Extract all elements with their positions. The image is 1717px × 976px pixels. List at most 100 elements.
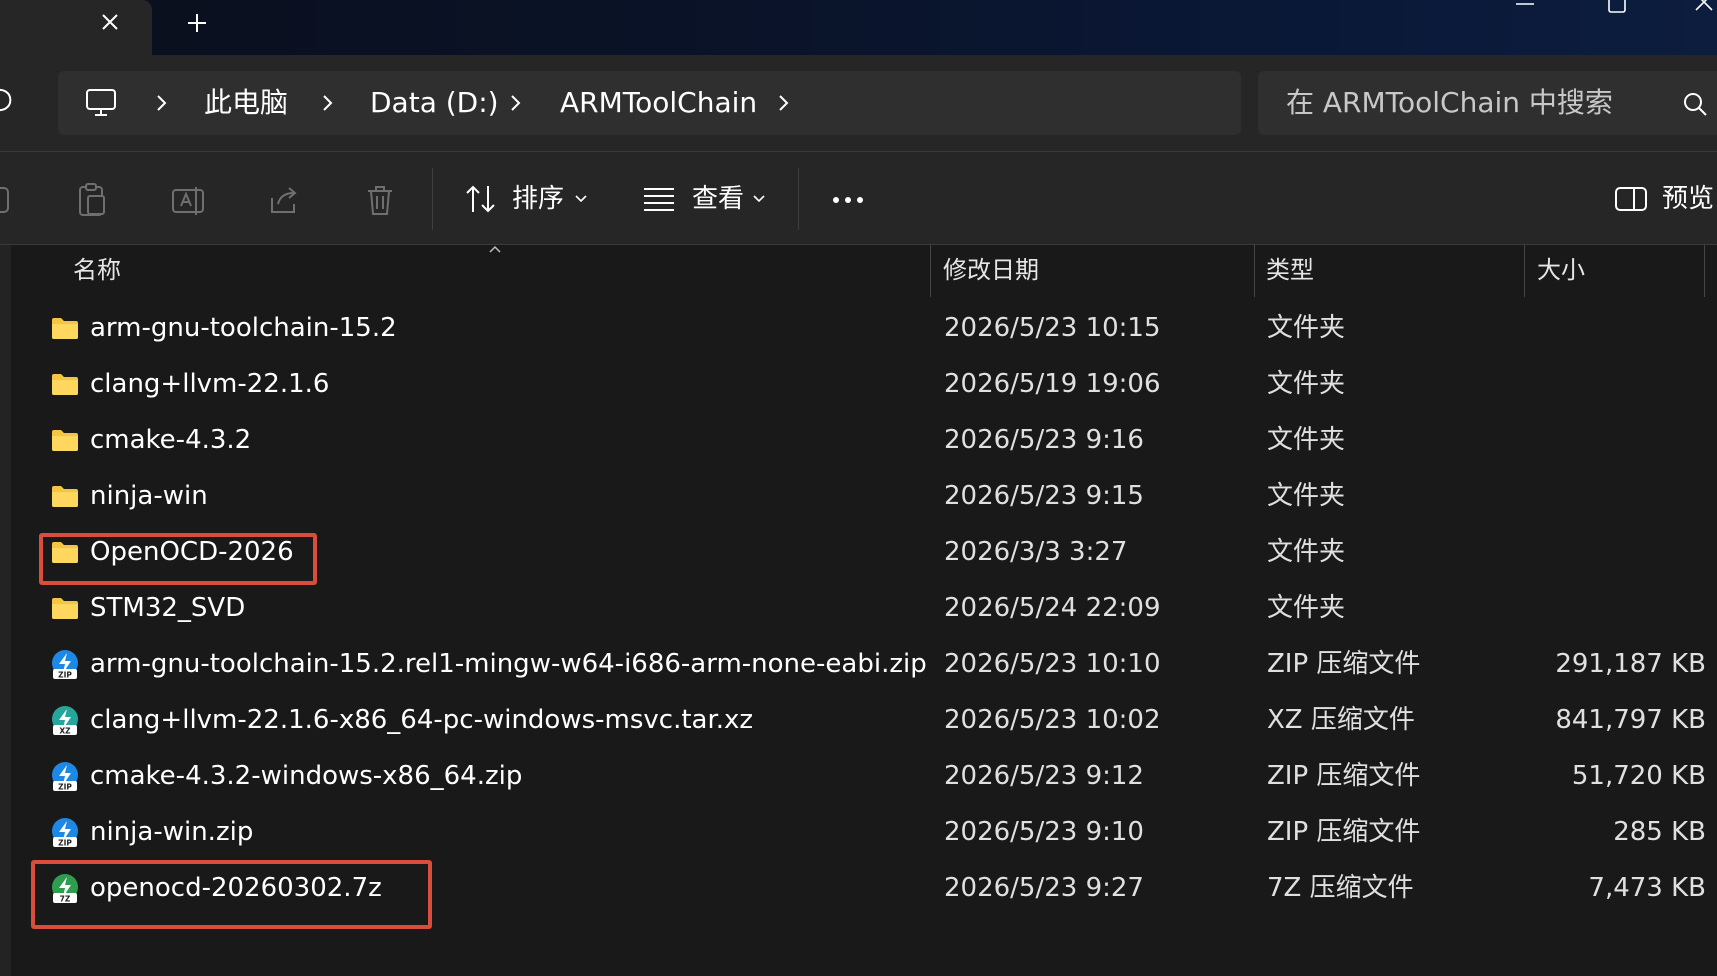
chevron-down-icon (753, 195, 765, 203)
file-row[interactable]: clang+llvm-22.1.6 2026/5/19 19:06 文件夹 (40, 357, 1710, 413)
file-date: 2026/5/23 9:15 (944, 481, 1144, 511)
folder-icon (50, 537, 80, 567)
column-divider[interactable] (930, 245, 931, 297)
file-size: 291,187 KB (1555, 649, 1706, 679)
svg-text:ZIP: ZIP (58, 839, 72, 848)
sort-button[interactable]: 排序 (464, 178, 594, 220)
file-type: 文件夹 (1267, 481, 1346, 511)
file-name: cmake-4.3.2-windows-x86_64.zip (90, 761, 523, 791)
file-name: ninja-win.zip (90, 817, 254, 847)
minimize-icon[interactable] (1510, 0, 1540, 16)
sort-label: 排序 (512, 184, 565, 214)
file-name: ninja-win (90, 481, 208, 511)
file-date: 2026/5/23 9:12 (944, 761, 1144, 791)
svg-text:ZIP: ZIP (58, 783, 72, 792)
file-size: 51,720 KB (1571, 761, 1706, 791)
column-divider[interactable] (1524, 245, 1525, 297)
more-options-icon[interactable] (830, 182, 866, 218)
column-header-date[interactable]: 修改日期 (943, 255, 1039, 285)
file-name: arm-gnu-toolchain-15.2.rel1-mingw-w64-i6… (90, 649, 927, 679)
zip-archive-icon: ZIP (50, 649, 80, 680)
view-label: 查看 (692, 184, 745, 214)
file-type: 文件夹 (1267, 537, 1346, 567)
chevron-right-icon[interactable] (320, 91, 336, 115)
file-type: 7Z 压缩文件 (1267, 873, 1414, 903)
left-pane-edge (0, 245, 11, 976)
file-name: clang+llvm-22.1.6-x86_64-pc-windows-msvc… (90, 705, 754, 735)
file-list: 名称 修改日期 类型 大小 arm-gnu-toolchain-15.2 2026… (0, 245, 1717, 976)
file-size: 285 KB (1613, 817, 1706, 847)
maximize-icon[interactable] (1602, 0, 1632, 16)
column-header-name[interactable]: 名称 (73, 255, 121, 285)
title-bar (0, 0, 1717, 55)
chevron-right-icon[interactable] (776, 91, 792, 115)
chevron-right-icon[interactable] (508, 91, 524, 115)
file-date: 2026/5/23 9:10 (944, 817, 1144, 847)
file-row[interactable]: XZ clang+llvm-22.1.6-x86_64-pc-windows-ms… (40, 693, 1710, 749)
search-icon[interactable] (1682, 91, 1708, 117)
file-row[interactable]: OpenOCD-2026 2026/3/3 3:27 文件夹 (40, 525, 1710, 581)
xz-archive-icon: XZ (50, 705, 80, 736)
delete-icon[interactable] (362, 182, 398, 218)
preview-label: 预览 (1662, 184, 1715, 214)
file-date: 2026/5/23 9:27 (944, 873, 1144, 903)
chevron-down-icon (575, 195, 587, 203)
file-type: XZ 压缩文件 (1267, 705, 1415, 735)
rename-icon[interactable] (170, 182, 206, 218)
navigation-bar: 此电脑 Data (D:) ARMToolChain 在 ARMToolChai… (0, 55, 1717, 152)
zip-archive-icon: ZIP (50, 817, 80, 848)
toolbar-divider (432, 168, 433, 230)
file-size: 841,797 KB (1555, 705, 1706, 735)
file-row[interactable]: ninja-win 2026/5/23 9:15 文件夹 (40, 469, 1710, 525)
file-row[interactable]: 7Z openocd-20260302.7z 2026/5/23 9:27 7Z 压缩… (40, 861, 1710, 917)
file-row[interactable]: STM32_SVD 2026/5/24 22:09 文件夹 (40, 581, 1710, 637)
breadcrumb-data-drive[interactable]: Data (D:) (370, 87, 499, 119)
preview-pane-button[interactable]: 预览 (1614, 178, 1717, 220)
column-divider[interactable] (1704, 245, 1705, 297)
search-box[interactable]: 在 ARMToolChain 中搜索 (1258, 71, 1717, 135)
close-tab-icon[interactable] (96, 8, 124, 36)
zip-archive-icon: ZIP (50, 761, 80, 792)
file-type: ZIP 压缩文件 (1267, 649, 1421, 679)
file-row[interactable]: ZIP cmake-4.3.2-windows-x86_64.zip 2026/5/… (40, 749, 1710, 805)
file-date: 2026/5/23 10:02 (944, 705, 1161, 735)
file-row[interactable]: arm-gnu-toolchain-15.2 2026/5/23 10:15 文件夹 (40, 301, 1710, 357)
toolbar-divider (798, 168, 799, 230)
address-bar[interactable]: 此电脑 Data (D:) ARMToolChain (58, 71, 1241, 135)
file-type: 文件夹 (1267, 369, 1346, 399)
file-date: 2026/5/19 19:06 (944, 369, 1161, 399)
breadcrumb-armtoolchain[interactable]: ARMToolChain (560, 87, 757, 119)
view-button[interactable]: 查看 (642, 178, 772, 220)
close-window-icon[interactable] (1690, 0, 1717, 16)
file-row[interactable]: ZIP arm-gnu-toolchain-15.2.rel1-mingw-w64… (40, 637, 1710, 693)
file-row[interactable]: cmake-4.3.2 2026/5/23 9:16 文件夹 (40, 413, 1710, 469)
7z-archive-icon: 7Z (50, 873, 80, 904)
file-date: 2026/5/23 10:10 (944, 649, 1161, 679)
column-divider[interactable] (1254, 245, 1255, 297)
file-name: OpenOCD-2026 (90, 537, 294, 567)
column-header-type[interactable]: 类型 (1266, 255, 1314, 285)
file-date: 2026/5/23 9:16 (944, 425, 1144, 455)
file-name: openocd-20260302.7z (90, 873, 382, 903)
folder-icon (50, 369, 80, 399)
svg-text:ZIP: ZIP (58, 671, 72, 680)
new-tab-icon[interactable] (182, 8, 212, 38)
active-tab[interactable] (0, 0, 152, 55)
refresh-icon[interactable] (0, 85, 14, 115)
command-bar: 排序 查看 预览 (0, 152, 1717, 244)
search-placeholder[interactable]: 在 ARMToolChain 中搜索 (1286, 87, 1613, 119)
file-row[interactable]: ZIP ninja-win.zip 2026/5/23 9:10 ZIP 压缩文件 28… (40, 805, 1710, 861)
share-icon[interactable] (266, 182, 302, 218)
file-type: 文件夹 (1267, 313, 1346, 343)
file-name: clang+llvm-22.1.6 (90, 369, 330, 399)
file-type: 文件夹 (1267, 425, 1346, 455)
file-type: ZIP 压缩文件 (1267, 817, 1421, 847)
cut-icon[interactable] (0, 182, 16, 218)
this-pc-icon[interactable] (84, 87, 118, 119)
chevron-right-icon[interactable] (154, 91, 170, 115)
paste-icon[interactable] (74, 182, 110, 218)
column-header-size[interactable]: 大小 (1537, 255, 1585, 285)
column-header-row: 名称 修改日期 类型 大小 (0, 245, 1717, 301)
breadcrumb-this-pc[interactable]: 此电脑 (204, 87, 288, 119)
file-type: 文件夹 (1267, 593, 1346, 623)
